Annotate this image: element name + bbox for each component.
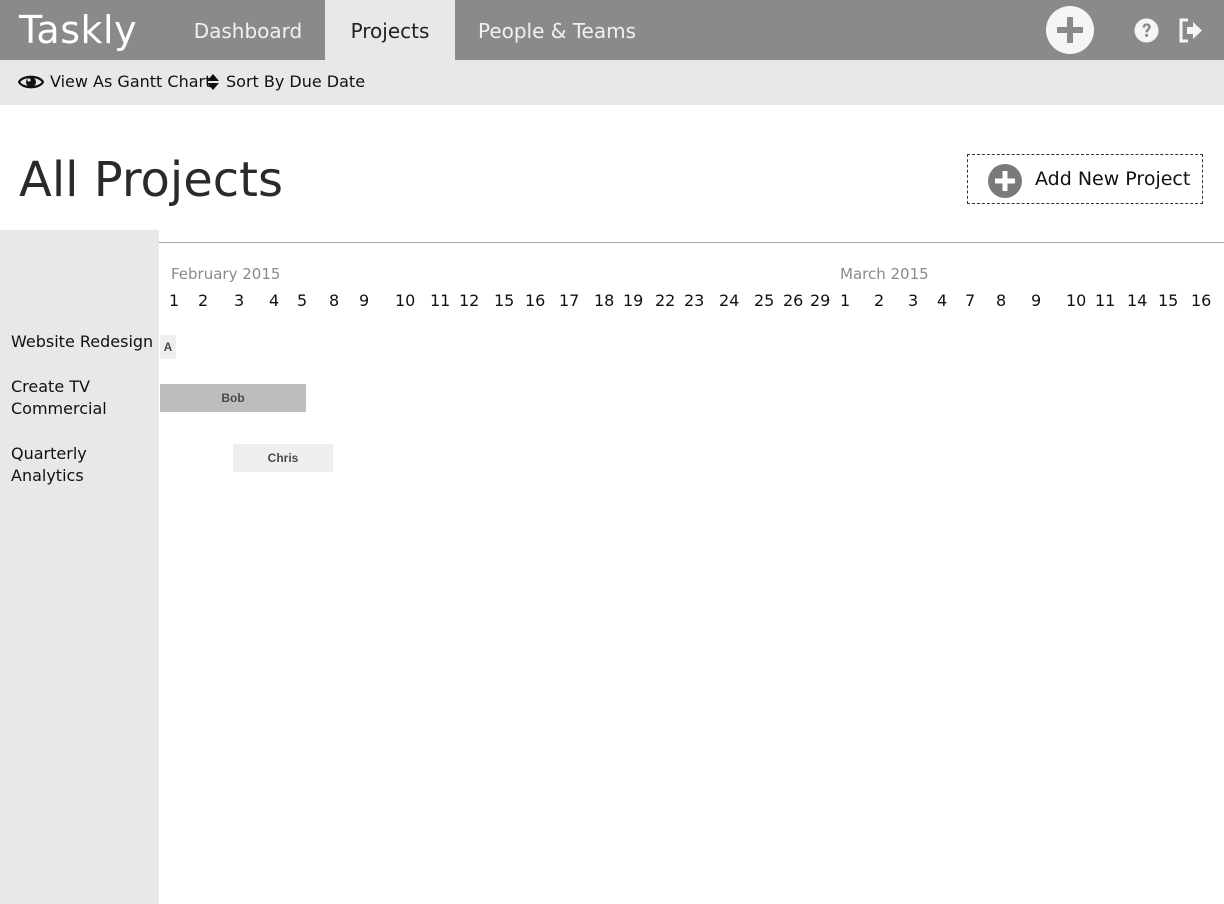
day-label: 2 (874, 291, 885, 310)
gantt-bar-quarterly-analytics[interactable]: Chris (233, 444, 333, 472)
add-button[interactable] (1046, 6, 1094, 54)
view-gantt-button[interactable]: View As Gantt Chart (17, 60, 212, 105)
plus-icon (1057, 17, 1083, 43)
plus-circle-icon (988, 164, 1022, 198)
project-name-quarterly-analytics[interactable]: Quarterly Analytics (11, 443, 156, 487)
view-gantt-label: View As Gantt Chart (50, 72, 212, 91)
day-label: 4 (937, 291, 948, 310)
month-label-february: February 2015 (171, 265, 281, 283)
tab-dashboard[interactable]: Dashboard (171, 0, 325, 60)
day-label: 29 (810, 291, 831, 310)
day-label: 26 (783, 291, 804, 310)
project-name-create-tv-commercial[interactable]: Create TV Commercial (11, 376, 156, 420)
day-label: 5 (297, 291, 308, 310)
project-name-website-redesign[interactable]: Website Redesign (11, 331, 156, 353)
day-label: 17 (559, 291, 580, 310)
day-label: 23 (684, 291, 705, 310)
day-label: 11 (430, 291, 451, 310)
day-label: 8 (329, 291, 340, 310)
day-label: 3 (234, 291, 245, 310)
day-label: 4 (269, 291, 280, 310)
day-label: 16 (1191, 291, 1212, 310)
day-label: 7 (965, 291, 976, 310)
sort-icon (207, 73, 219, 90)
day-label: 22 (655, 291, 676, 310)
logout-icon (1179, 18, 1202, 43)
add-new-project-button[interactable]: Add New Project (967, 154, 1203, 204)
toolbar: View As Gantt Chart Sort By Due Date (0, 60, 1224, 105)
day-label: 9 (359, 291, 370, 310)
day-label: 19 (623, 291, 644, 310)
day-label: 15 (1158, 291, 1179, 310)
day-label: 10 (1066, 291, 1087, 310)
day-label: 11 (1095, 291, 1116, 310)
day-label: 10 (395, 291, 416, 310)
day-label: 2 (198, 291, 209, 310)
day-label: 1 (840, 291, 851, 310)
tab-people-teams[interactable]: People & Teams (470, 0, 644, 60)
day-label: 25 (754, 291, 775, 310)
day-label: 9 (1031, 291, 1042, 310)
day-label: 16 (525, 291, 546, 310)
day-label: 12 (459, 291, 480, 310)
add-new-project-label: Add New Project (1035, 168, 1191, 190)
top-nav: Taskly Dashboard Projects People & Teams (0, 0, 1224, 60)
day-label: 24 (719, 291, 740, 310)
divider (0, 242, 1224, 243)
sort-due-date-label: Sort By Due Date (226, 72, 366, 91)
day-label: 15 (494, 291, 515, 310)
sort-due-date-button[interactable]: Sort By Due Date (206, 60, 365, 105)
logout-button[interactable] (1178, 18, 1204, 43)
tab-projects[interactable]: Projects (325, 0, 455, 60)
day-label: 8 (996, 291, 1007, 310)
gantt-bar-create-tv-commercial[interactable]: Bob (160, 384, 306, 412)
page-title: All Projects (19, 152, 283, 208)
day-label: 14 (1127, 291, 1148, 310)
day-label: 18 (594, 291, 615, 310)
brand-logo[interactable]: Taskly (19, 8, 137, 52)
question-icon (1134, 18, 1159, 43)
help-button[interactable] (1134, 18, 1159, 43)
day-label: 1 (169, 291, 180, 310)
gantt-bar-website-redesign[interactable]: A (160, 335, 176, 359)
day-label: 3 (908, 291, 919, 310)
eye-icon (17, 75, 45, 88)
month-label-march: March 2015 (840, 265, 929, 283)
